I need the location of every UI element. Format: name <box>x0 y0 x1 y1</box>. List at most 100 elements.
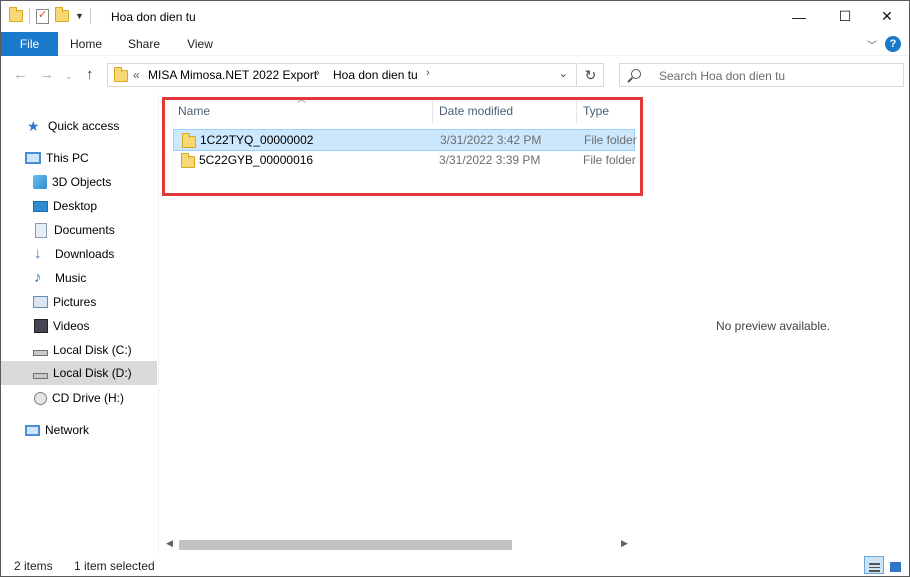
expand-ribbon-icon[interactable]: ﹀ <box>867 37 877 52</box>
column-divider[interactable] <box>432 99 433 123</box>
sidebar-item-network[interactable]: Network <box>1 418 157 442</box>
sidebar-item-label: Pictures <box>53 295 97 309</box>
column-header-date-modified[interactable]: Date modified <box>439 99 575 123</box>
sidebar-item-this-pc[interactable]: This PC <box>1 146 157 170</box>
3d-objects-icon <box>33 175 47 189</box>
search-input[interactable]: Search Hoa don dien tu <box>619 63 904 87</box>
recent-locations-icon[interactable]: ⌄ <box>65 71 73 82</box>
customize-toolbar-icon[interactable]: ▼ <box>75 11 84 21</box>
column-header-type[interactable]: Type <box>583 99 635 123</box>
details-view-icon <box>869 563 880 572</box>
navigation-bar: ← → ⌄ ↑ « MISA Mimosa.NET 2022 Export › … <box>1 57 909 95</box>
file-type: File folder <box>584 133 637 147</box>
sidebar-item-downloads[interactable]: ↓ Downloads <box>1 242 157 266</box>
maximize-button[interactable]: ☐ <box>822 1 868 32</box>
address-overflow[interactable]: « <box>133 68 140 82</box>
sidebar-item-music[interactable]: ♪ Music <box>1 266 157 290</box>
column-divider[interactable] <box>576 99 577 123</box>
file-row[interactable]: 5C22GYB_00000016 3/31/2022 3:39 PM File … <box>173 150 636 172</box>
cd-drive-icon <box>34 391 47 405</box>
details-view-button[interactable] <box>864 556 884 574</box>
sidebar-item-local-disk-d[interactable]: Local Disk (D:) <box>1 361 157 385</box>
sidebar-item-label: Downloads <box>55 247 115 261</box>
tab-view[interactable]: View <box>179 32 221 56</box>
tab-file[interactable]: File <box>1 32 58 56</box>
ribbon-tabs: File Home Share View ﹀ ? <box>1 32 909 56</box>
computer-icon <box>25 152 41 164</box>
folder-icon <box>181 153 195 168</box>
explorer-window: ▼ Hoa don dien tu — ☐ ✕ File Home Share … <box>0 0 910 577</box>
documents-icon <box>35 222 47 238</box>
sidebar-item-label: 3D Objects <box>52 175 112 189</box>
large-icons-view-icon <box>890 562 901 572</box>
sidebar-item-label: Desktop <box>53 199 98 213</box>
new-folder-icon[interactable] <box>55 7 69 22</box>
title-bar: ▼ Hoa don dien tu — ☐ ✕ <box>1 1 909 32</box>
chevron-right-icon[interactable]: › <box>316 67 320 79</box>
sidebar-item-cd-drive-h[interactable]: CD Drive (H:) <box>1 386 157 410</box>
window-title: Hoa don dien tu <box>111 10 196 24</box>
item-count: 2 items <box>14 559 53 573</box>
navigation-pane: ★ Quick access This PC 3D Objects Deskto… <box>1 95 158 553</box>
sidebar-item-desktop[interactable]: Desktop <box>1 194 157 218</box>
help-icon[interactable]: ? <box>885 36 901 52</box>
sidebar-item-documents[interactable]: Documents <box>1 218 157 242</box>
star-icon: ★ <box>27 118 40 134</box>
sidebar-item-label: CD Drive (H:) <box>52 391 124 405</box>
breadcrumb-misa-export[interactable]: MISA Mimosa.NET 2022 Export <box>148 68 317 82</box>
preview-message: No preview available. <box>715 319 831 333</box>
pictures-icon <box>33 296 48 308</box>
sidebar-item-label: Local Disk (D:) <box>53 366 132 380</box>
sidebar-item-3d-objects[interactable]: 3D Objects <box>1 170 157 194</box>
sidebar-item-local-disk-c[interactable]: Local Disk (C:) <box>1 338 157 362</box>
file-list: ︿ Name Date modified Type 1C22TYQ_000000… <box>161 94 637 553</box>
folder-icon <box>182 133 196 148</box>
chevron-right-icon[interactable]: › <box>426 67 430 79</box>
scrollbar-thumb[interactable] <box>179 540 512 550</box>
large-icons-view-button[interactable] <box>886 556 906 574</box>
sidebar-item-label: Documents <box>54 223 115 237</box>
tab-share[interactable]: Share <box>122 32 166 56</box>
selection-count: 1 item selected <box>74 559 155 573</box>
sidebar-item-label: Local Disk (C:) <box>53 343 132 357</box>
refresh-icon: ↻ <box>584 67 597 83</box>
sidebar-item-quick-access[interactable]: ★ Quick access <box>1 114 157 138</box>
desktop-icon <box>33 200 48 212</box>
up-arrow-icon[interactable]: ↑ <box>86 66 94 83</box>
file-row[interactable]: 1C22TYQ_00000002 3/31/2022 3:42 PM File … <box>173 129 637 151</box>
toolbar-separator <box>89 8 91 24</box>
preview-pane: No preview available. <box>637 95 909 553</box>
minimize-icon: — <box>792 8 806 25</box>
back-arrow-icon[interactable]: ← <box>13 66 28 83</box>
forward-arrow-icon[interactable]: → <box>39 66 54 83</box>
drive-icon <box>33 373 48 379</box>
column-header-name[interactable]: Name <box>178 99 430 123</box>
address-bar[interactable]: « MISA Mimosa.NET 2022 Export › Hoa don … <box>107 63 577 87</box>
file-type: File folder <box>583 153 636 167</box>
chevron-down-icon[interactable]: ⌄ <box>559 67 568 80</box>
file-date-modified: 3/31/2022 3:39 PM <box>439 153 541 167</box>
file-name: 5C22GYB_00000016 <box>199 153 314 167</box>
search-placeholder: Search Hoa don dien tu <box>659 69 786 83</box>
search-icon <box>631 69 641 79</box>
tab-home[interactable]: Home <box>63 32 109 56</box>
folder-icon <box>114 67 128 82</box>
breadcrumb-hoa-don[interactable]: Hoa don dien tu <box>333 68 418 82</box>
file-name: 1C22TYQ_00000002 <box>200 133 314 147</box>
sidebar-item-label: Quick access <box>48 119 120 133</box>
sidebar-item-videos[interactable]: Videos <box>1 314 157 338</box>
scroll-left-icon[interactable]: ◀ <box>166 538 173 549</box>
sidebar-item-pictures[interactable]: Pictures <box>1 290 157 314</box>
horizontal-scrollbar[interactable]: ◀ ▶ <box>161 537 635 553</box>
properties-icon[interactable] <box>36 8 49 24</box>
status-bar: 2 items 1 item selected <box>1 553 909 577</box>
network-icon <box>25 424 40 436</box>
refresh-button[interactable]: ↻ <box>578 63 604 87</box>
minimize-button[interactable]: — <box>776 1 822 32</box>
pane-splitter[interactable] <box>158 95 159 553</box>
scroll-right-icon[interactable]: ▶ <box>621 538 628 549</box>
close-button[interactable]: ✕ <box>864 1 910 32</box>
file-date-modified: 3/31/2022 3:42 PM <box>440 133 542 147</box>
quick-access-toolbar: ▼ <box>9 7 91 24</box>
downloads-icon: ↓ <box>34 245 42 262</box>
